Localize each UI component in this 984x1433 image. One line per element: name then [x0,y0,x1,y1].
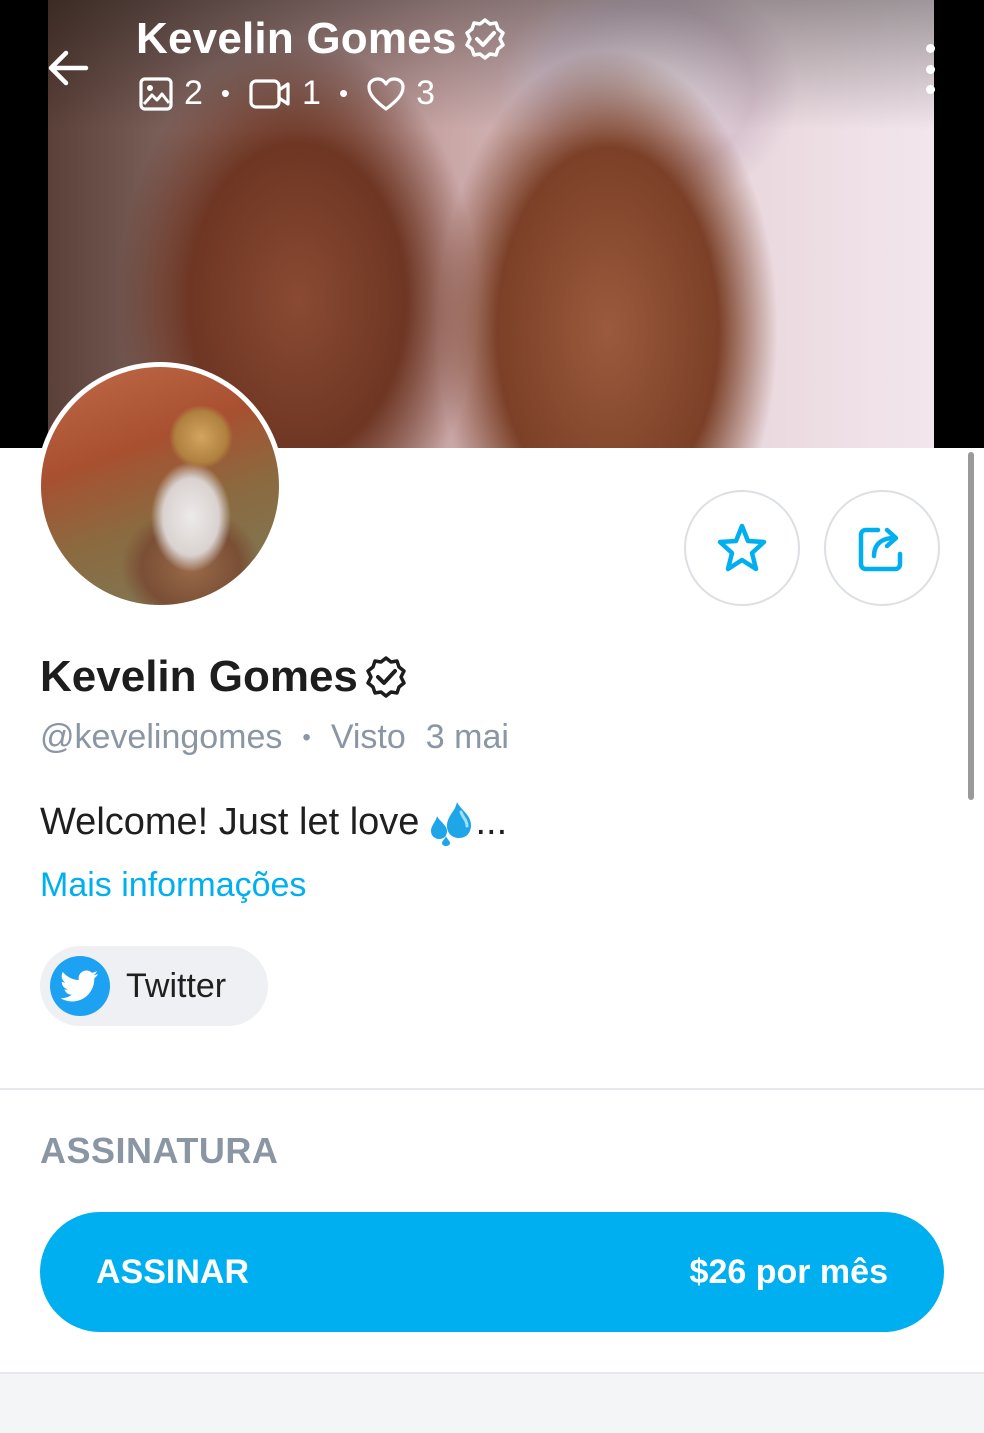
twitter-link-chip[interactable]: Twitter [40,946,268,1026]
share-button[interactable] [824,490,940,606]
header-title-row: Kevelin Gomes [136,14,507,64]
profile-name: Kevelin Gomes [40,652,358,701]
back-button[interactable] [40,40,96,96]
stat-separator: • [220,78,231,108]
bio: Welcome! Just let love ... [40,798,507,846]
heart-icon [367,76,405,111]
video-icon [249,78,290,109]
droplets-emoji-icon [431,802,472,846]
likes-count: 3 [416,74,435,112]
twitter-label: Twitter [126,966,227,1005]
star-icon [717,523,767,572]
handle-row: @kevelingomes • Visto 3 mai [40,718,509,757]
more-options-button[interactable] [910,44,950,94]
handle-separator: • [302,723,311,751]
photo-icon [139,76,173,111]
twitter-bird-icon [50,956,110,1016]
more-vertical-icon [925,44,935,53]
seen-label: Visto [330,718,406,756]
section-divider [0,1088,984,1090]
stat-separator: • [338,78,349,108]
favorite-button[interactable] [684,490,800,606]
profile-name-row: Kevelin Gomes [40,652,408,702]
photos-count: 2 [184,74,203,112]
profile-handle: @kevelingomes [40,718,283,756]
videos-stat: 1 [248,74,321,113]
photos-stat: 2 [138,74,203,113]
bio-ellipsis: ... [475,800,508,843]
verified-badge-icon [464,18,505,60]
videos-count: 1 [302,74,321,112]
back-arrow-icon [48,50,89,86]
subscription-price: $26 por mês [689,1252,888,1291]
subscribe-label: ASSINAR [96,1252,250,1291]
subscription-section-title: ASSINATURA [40,1130,279,1171]
avatar-image [41,367,279,605]
verified-badge-icon [366,656,406,698]
subscribe-button[interactable]: ASSINAR $26 por mês [40,1212,944,1332]
more-info-link[interactable]: Mais informações [40,866,306,905]
bottom-section-band [0,1374,984,1433]
header-stats: 2 • 1 • 3 [138,74,435,113]
share-icon [858,527,903,572]
scrollbar[interactable] [968,452,974,800]
likes-stat: 3 [366,74,435,113]
seen-date: 3 mai [425,718,509,756]
bio-text: Welcome! Just let love [40,800,420,843]
header-title: Kevelin Gomes [136,14,457,63]
avatar[interactable] [36,362,284,610]
